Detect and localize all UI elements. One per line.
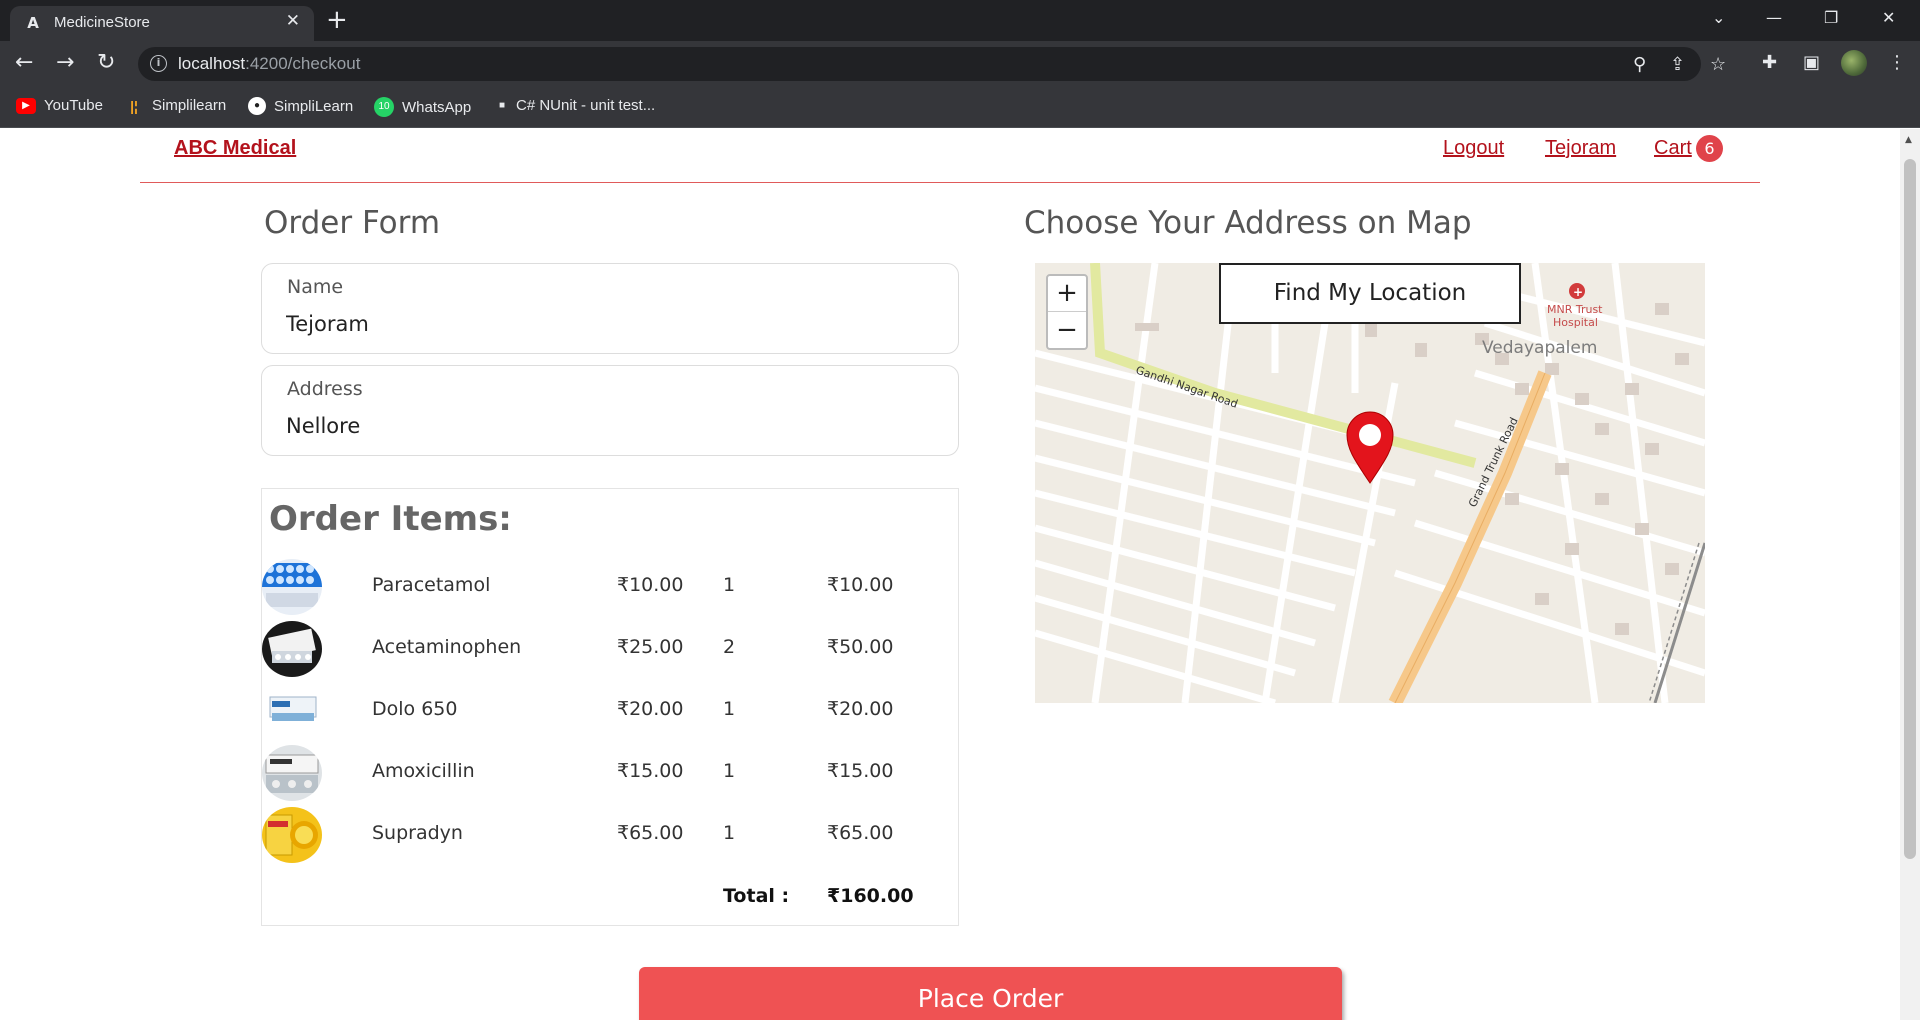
share-icon[interactable]: ⇪ xyxy=(1670,54,1685,75)
scrollbar-thumb[interactable] xyxy=(1904,159,1916,859)
page-icon: ■ xyxy=(498,99,506,111)
scroll-up-icon[interactable]: ▲ xyxy=(1905,135,1912,145)
bookmarks-bar: ▶ YouTube |¦ Simplilearn ● SimpliLearn 1… xyxy=(0,86,1920,128)
item-quantity: 1 xyxy=(723,698,736,720)
item-price: ₹65.00 xyxy=(617,822,684,844)
user-link[interactable]: Tejoram xyxy=(1545,137,1616,160)
supradyn-image xyxy=(262,807,322,863)
item-total: ₹10.00 xyxy=(827,574,894,596)
site-info-icon[interactable]: i xyxy=(150,55,167,72)
bookmark-youtube[interactable]: ▶ YouTube xyxy=(16,97,103,114)
item-price: ₹25.00 xyxy=(617,636,684,658)
page-content: ABC Medical Logout Tejoram Cart 6 Order … xyxy=(0,129,1900,1020)
menu-icon[interactable]: ⋮ xyxy=(1888,52,1906,73)
item-price: ₹20.00 xyxy=(617,698,684,720)
bookmark-simplilearn[interactable]: |¦ Simplilearn xyxy=(124,97,226,114)
browser-tab[interactable]: A MedicineStore ✕ xyxy=(10,6,314,41)
brand-link[interactable]: ABC Medical xyxy=(174,137,296,160)
simplilearn-icon: |¦ xyxy=(130,97,138,114)
restore-icon[interactable]: ❐ xyxy=(1824,8,1838,27)
item-quantity: 1 xyxy=(723,574,736,596)
item-name: Acetaminophen xyxy=(372,636,522,658)
item-total: ₹50.00 xyxy=(827,636,894,658)
map-area-label: Vedayapalem xyxy=(1482,338,1597,358)
paracetamol-image xyxy=(262,559,322,615)
order-item-row: Amoxicillin ₹15.00 1 ₹15.00 xyxy=(262,745,958,801)
name-label: Name xyxy=(287,276,344,298)
zoom-control: + − xyxy=(1046,274,1088,350)
map-tiles[interactable]: Gandhi Nagar Road Grand Trunk Road Veday… xyxy=(1035,263,1705,703)
close-window-icon[interactable]: ✕ xyxy=(1882,8,1895,27)
address-input[interactable] xyxy=(286,414,926,438)
item-total: ₹20.00 xyxy=(827,698,894,720)
reload-icon[interactable]: ↻ xyxy=(97,50,115,76)
dolo-650-image xyxy=(262,683,322,739)
address-field[interactable]: Address xyxy=(261,365,959,456)
order-form-title: Order Form xyxy=(264,205,441,241)
item-name: Dolo 650 xyxy=(372,698,458,720)
address-map[interactable]: Gandhi Nagar Road Grand Trunk Road Veday… xyxy=(1035,263,1705,703)
url-text[interactable]: localhost:4200/checkout xyxy=(178,54,360,74)
logout-link[interactable]: Logout xyxy=(1443,137,1504,160)
total-label: Total : xyxy=(723,885,790,907)
cart-link[interactable]: Cart xyxy=(1654,137,1692,160)
map-hospital-label: Hospital xyxy=(1553,316,1598,329)
item-name: Paracetamol xyxy=(372,574,491,596)
order-item-row: Paracetamol ₹10.00 1 ₹10.00 xyxy=(262,559,958,615)
zoom-out-button[interactable]: − xyxy=(1048,313,1086,349)
address-label: Address xyxy=(287,378,363,400)
site-navbar: ABC Medical Logout Tejoram Cart 6 xyxy=(140,129,1760,183)
bookmark-github-simplilearn[interactable]: ● SimpliLearn xyxy=(248,97,353,115)
find-my-location-button[interactable]: Find My Location xyxy=(1219,263,1521,324)
cart-count-badge[interactable]: 6 xyxy=(1696,135,1723,162)
browser-tab-bar: A MedicineStore ✕ + ⌄ — ❐ ✕ xyxy=(0,0,1920,41)
order-items-title: Order Items: xyxy=(269,499,512,539)
browser-toolbar: ← → ↻ i localhost:4200/checkout ⚲ ⇪ ☆ ✚ … xyxy=(0,41,1920,86)
svg-text:+: + xyxy=(1573,285,1583,299)
zoom-in-button[interactable]: + xyxy=(1048,276,1086,312)
item-quantity: 2 xyxy=(723,636,736,658)
back-icon[interactable]: ← xyxy=(15,50,33,76)
amoxicillin-image xyxy=(262,745,322,801)
address-bar[interactable]: i localhost:4200/checkout ⚲ ⇪ ☆ xyxy=(138,47,1726,81)
order-item-row: Supradyn ₹65.00 1 ₹65.00 xyxy=(262,807,958,863)
new-tab-icon[interactable]: + xyxy=(326,7,348,33)
tab-search-icon[interactable]: ⌄ xyxy=(1712,8,1725,27)
name-input[interactable] xyxy=(286,312,926,336)
item-quantity: 1 xyxy=(723,760,736,782)
map-section-title: Choose Your Address on Map xyxy=(1024,205,1472,241)
order-items-panel: Order Items: Paracetamol ₹10.00 1 ₹10.00… xyxy=(261,488,959,926)
order-item-row: Acetaminophen ₹25.00 2 ₹50.00 xyxy=(262,621,958,677)
angular-icon: A xyxy=(27,14,39,32)
item-name: Amoxicillin xyxy=(372,760,475,782)
youtube-icon: ▶ xyxy=(16,97,36,114)
side-panel-icon[interactable]: ▣ xyxy=(1803,52,1820,73)
place-order-button[interactable]: Place Order xyxy=(639,967,1342,1020)
map-hospital-label: MNR Trust xyxy=(1547,303,1603,316)
close-tab-icon[interactable]: ✕ xyxy=(286,11,300,31)
item-total: ₹15.00 xyxy=(827,760,894,782)
item-price: ₹10.00 xyxy=(617,574,684,596)
item-price: ₹15.00 xyxy=(617,760,684,782)
bookmark-nunit[interactable]: ■ C# NUnit - unit test... xyxy=(496,97,655,114)
order-item-row: Dolo 650 ₹20.00 1 ₹20.00 xyxy=(262,683,958,739)
page-scrollbar[interactable]: ▲ xyxy=(1900,129,1920,1020)
bookmark-star-icon[interactable]: ☆ xyxy=(1710,54,1726,75)
minimize-icon[interactable]: — xyxy=(1766,8,1782,27)
location-icon[interactable]: ⚲ xyxy=(1633,54,1646,75)
whatsapp-icon: 10 xyxy=(374,97,394,117)
bookmark-whatsapp[interactable]: 10 WhatsApp xyxy=(374,97,471,117)
github-icon: ● xyxy=(248,97,266,115)
item-total: ₹65.00 xyxy=(827,822,894,844)
item-quantity: 1 xyxy=(723,822,736,844)
total-value: ₹160.00 xyxy=(827,885,914,907)
tab-title: MedicineStore xyxy=(54,14,150,31)
acetaminophen-image xyxy=(262,621,322,677)
item-name: Supradyn xyxy=(372,822,463,844)
name-field[interactable]: Name xyxy=(261,263,959,354)
forward-icon[interactable]: → xyxy=(56,50,74,76)
extensions-icon[interactable]: ✚ xyxy=(1762,52,1777,73)
profile-avatar[interactable] xyxy=(1841,50,1867,76)
